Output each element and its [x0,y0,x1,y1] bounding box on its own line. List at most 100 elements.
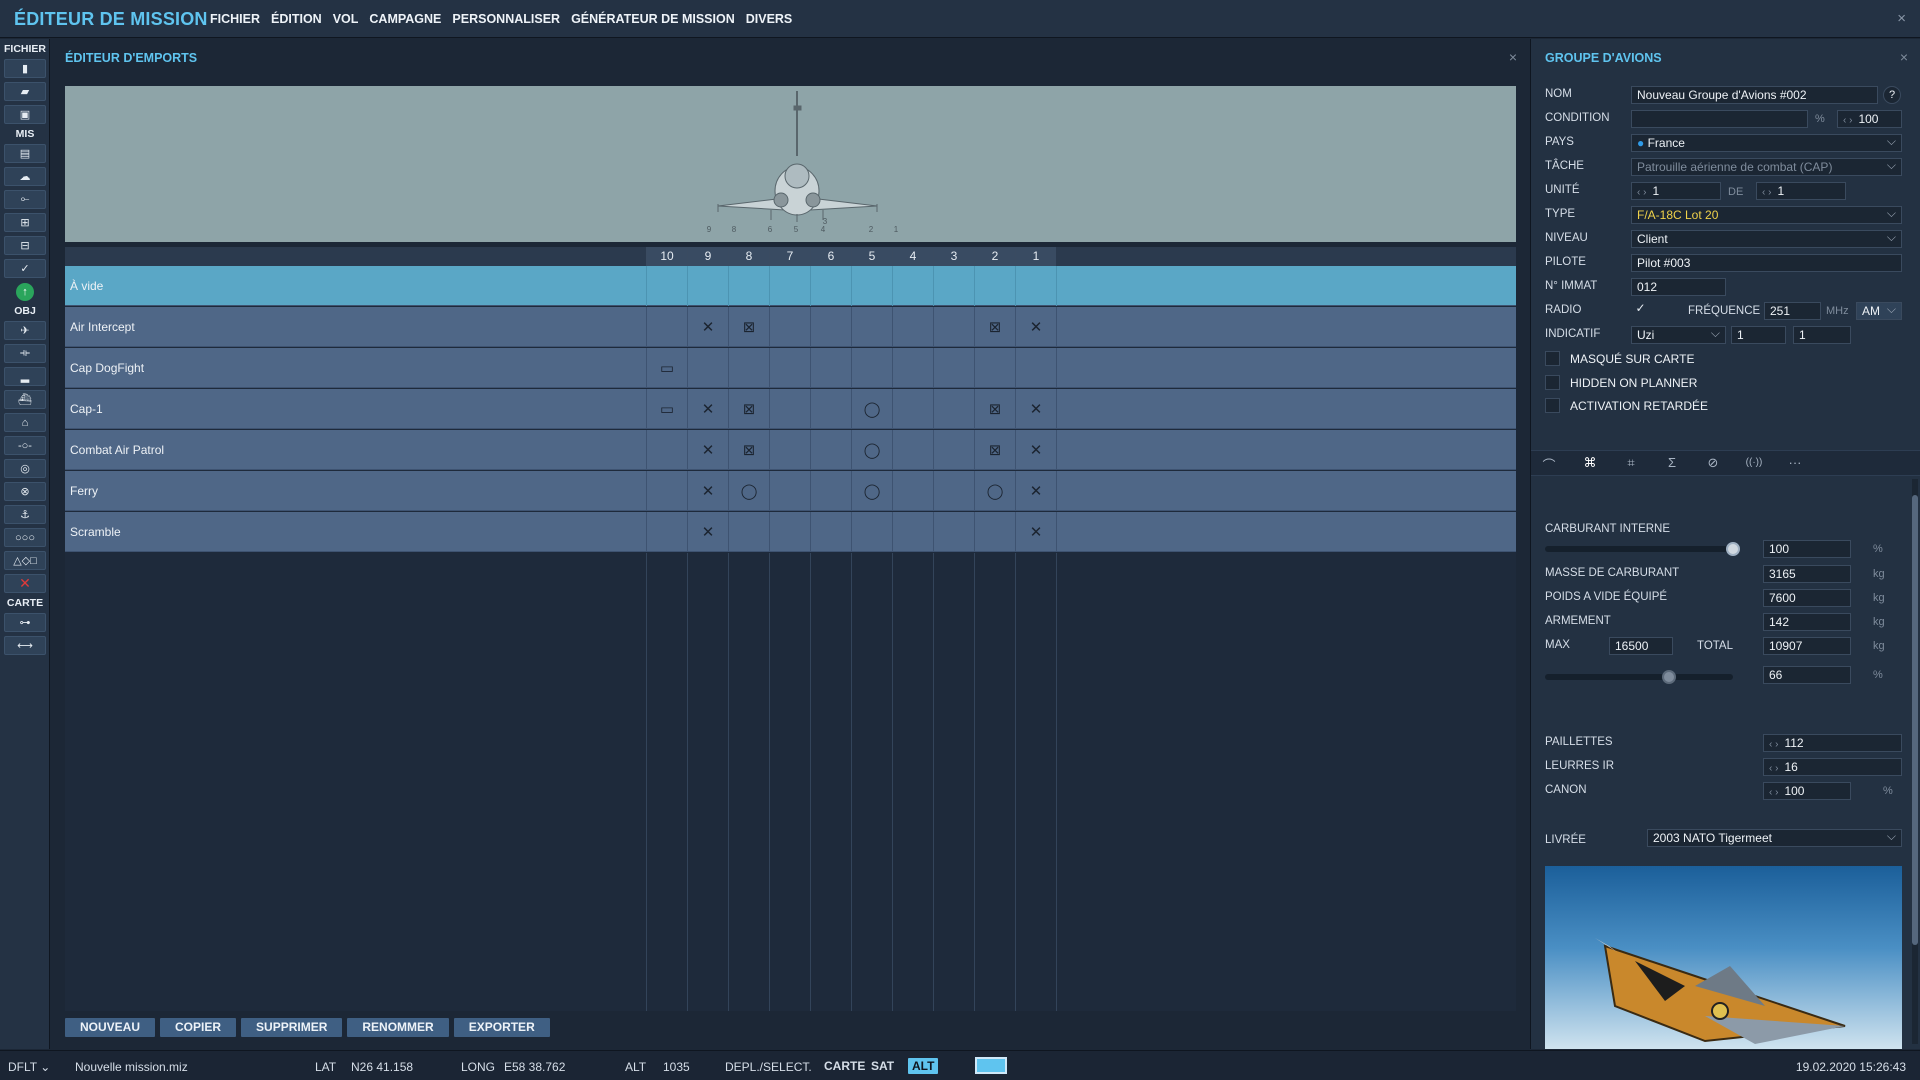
pylon-cell[interactable] [933,512,974,552]
pylon-cell[interactable] [1015,266,1056,306]
map-options-icon[interactable]: ⊶ [4,613,46,632]
unit-of-stepper[interactable]: ‹ › 1 [1756,182,1846,200]
target-icon[interactable]: ◎ [4,459,46,478]
briefing-icon[interactable]: ▤ [4,144,46,163]
scrollbar-thumb[interactable] [1912,495,1918,945]
pylon-cell[interactable] [810,471,851,511]
loadout-row[interactable]: Cap DogFight ▭ [65,348,1516,388]
pylon-cell[interactable]: ⊠ [728,430,769,470]
alt-mode-button[interactable]: ALT [908,1058,939,1074]
pylon-cell[interactable] [892,348,933,388]
pylon-cell[interactable] [646,266,687,306]
modulation-select[interactable]: AM [1856,302,1902,320]
menu-campagne[interactable]: CAMPAGNE [369,12,441,26]
loadout-row[interactable]: Air Intercept ✕ ⊠ ⊠ ✕ [65,307,1516,347]
summary-icon[interactable]: Σ [1660,455,1684,473]
country-select[interactable]: ● France [1631,134,1902,152]
callsign-number-2[interactable]: 1 [1793,326,1851,344]
condition-stepper[interactable]: ‹ › 100 [1837,110,1902,128]
gun-stepper[interactable]: ‹ › 100 [1763,782,1851,800]
pylon-cell[interactable] [810,512,851,552]
stepper-arrows-icon[interactable]: ‹ › [1769,739,1778,750]
loadout-row[interactable]: À vide [65,266,1516,306]
rename-loadout-button[interactable]: RENOMMER [347,1018,449,1037]
pylon-cell[interactable]: ✕ [687,430,728,470]
stepper-arrows-icon[interactable]: ‹ › [1843,115,1852,126]
pylon-cell[interactable] [810,266,851,306]
stepper-arrows-icon[interactable]: ‹ › [1762,187,1771,198]
pylon-cell[interactable]: ✕ [1015,307,1056,347]
pylon-cell[interactable] [687,348,728,388]
pylon-cell[interactable]: ⊠ [728,389,769,429]
pylon-cell[interactable]: ◯ [851,389,892,429]
internal-fuel-slider[interactable] [1545,542,1740,556]
ground-unit-icon[interactable]: ▂ [4,367,46,386]
slider-knob[interactable] [1726,542,1740,556]
stepper-arrows-icon[interactable]: ‹ › [1637,187,1646,198]
pylon-cell[interactable] [974,348,1015,388]
skill-select[interactable]: Client [1631,230,1902,248]
stepper-arrows-icon[interactable]: ‹ › [1769,787,1778,798]
pylon-cell[interactable] [892,389,933,429]
pylon-cell[interactable] [933,430,974,470]
callsign-select[interactable]: Uzi [1631,326,1726,344]
loadout-row[interactable]: Cap-1 ▭ ✕ ⊠ ◯ ⊠ ✕ [65,389,1516,429]
pylon-cell[interactable] [933,266,974,306]
pylon-cell[interactable] [646,512,687,552]
profile-select[interactable]: DFLT ⌄ [8,1060,50,1074]
pylon-cell[interactable]: ✕ [1015,512,1056,552]
pylon-cell[interactable] [851,307,892,347]
loadout-row[interactable]: Ferry ✕ ◯ ◯ ◯ ✕ [65,471,1516,511]
pylon-cell[interactable] [646,430,687,470]
stepper-arrows-icon[interactable]: ‹ › [1769,763,1778,774]
pylon-cell[interactable]: ⊠ [974,389,1015,429]
pylon-cell[interactable] [851,348,892,388]
radio-checkbox[interactable]: ✓ [1633,302,1648,317]
pylon-cell[interactable] [646,307,687,347]
upload-icon[interactable]: ↑ [4,282,46,301]
pylon-cell[interactable] [728,266,769,306]
waypoint-icon[interactable]: -○- [4,436,46,455]
pylon-cell[interactable]: ✕ [687,307,728,347]
menu-edition[interactable]: ÉDITION [271,12,322,26]
pylon-cell[interactable]: ⊠ [728,307,769,347]
livery-select[interactable]: 2003 NATO Tigermeet [1647,829,1902,847]
weight-slider[interactable] [1545,670,1733,684]
pylon-cell[interactable] [851,266,892,306]
pylon-cell[interactable]: ◯ [851,471,892,511]
pylon-cell[interactable]: ⊠ [974,307,1015,347]
map-view-icon[interactable] [975,1057,1007,1074]
new-file-icon[interactable]: ▮ [4,59,46,78]
plane-icon[interactable]: ✈ [4,321,46,340]
delete-loadout-button[interactable]: SUPPRIMER [241,1018,343,1037]
pylon-cell[interactable] [810,430,851,470]
pylon-cell[interactable] [933,307,974,347]
pylon-cell[interactable] [728,348,769,388]
pylon-cell[interactable]: ✕ [687,512,728,552]
pylon-cell[interactable] [769,512,810,552]
route-icon[interactable]: ⌒ [1537,455,1561,473]
late-activation-checkbox[interactable] [1545,398,1560,413]
template-icon[interactable]: ○○○ [4,528,46,547]
sat-mode-button[interactable]: SAT [867,1058,898,1074]
pylon-cell[interactable] [892,266,933,306]
condition-slider-field[interactable] [1631,110,1808,128]
ruler-icon[interactable]: ⟷ [4,636,46,655]
open-folder-icon[interactable]: ▰ [4,82,46,101]
pylon-cell[interactable]: ✕ [1015,471,1056,511]
menu-vol[interactable]: VOL [333,12,359,26]
pylon-cell[interactable]: ✕ [687,389,728,429]
pylon-cell[interactable] [892,512,933,552]
copy-loadout-button[interactable]: COPIER [160,1018,237,1037]
pilot-field[interactable]: Pilot #003 [1631,254,1902,272]
pylon-cell[interactable] [851,512,892,552]
pylon-cell[interactable] [769,471,810,511]
frequency-field[interactable]: 251 [1764,302,1821,320]
radio-icon[interactable]: ((·)) [1737,457,1771,475]
pylon-cell[interactable] [892,471,933,511]
more-icon[interactable]: ··· [1783,455,1807,473]
ship-icon[interactable]: ⛴ [4,390,46,409]
pylon-cell[interactable] [769,266,810,306]
map-mode-button[interactable]: CARTE [820,1058,869,1074]
pylon-cell[interactable] [974,266,1015,306]
